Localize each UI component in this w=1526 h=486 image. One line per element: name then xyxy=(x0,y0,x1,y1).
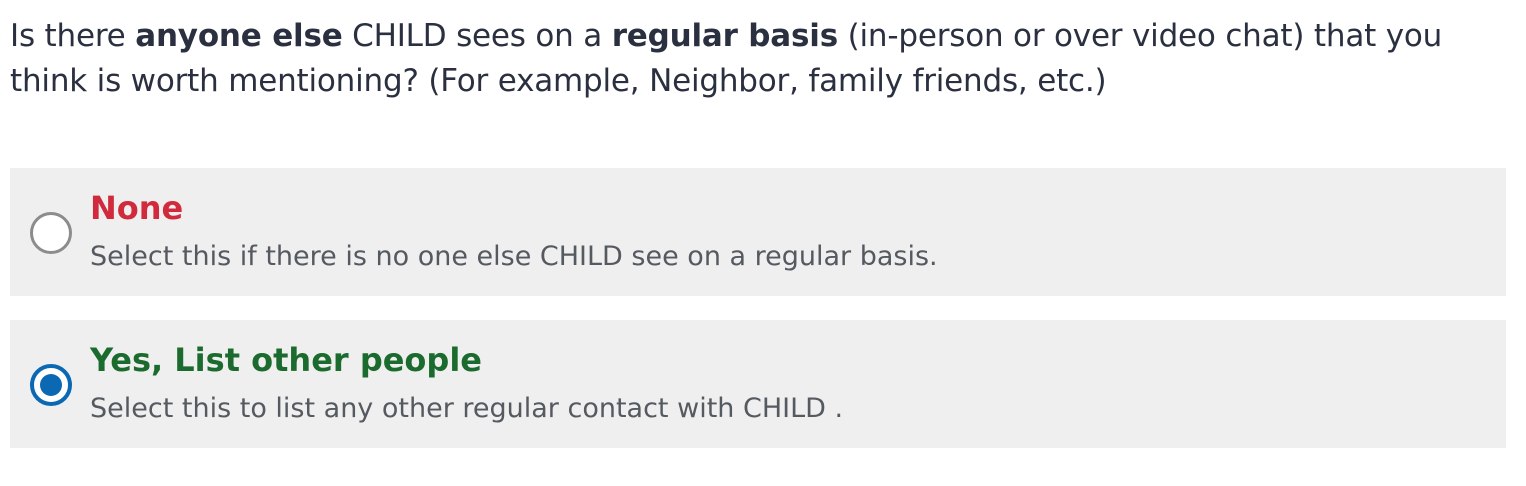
question-part-2: CHILD sees on a xyxy=(342,18,612,54)
radio-selected-dot xyxy=(40,374,62,396)
option-none-title: None xyxy=(90,189,184,227)
option-none[interactable]: None Select this if there is no one else… xyxy=(10,168,1506,296)
option-yes-description: Select this to list any other regular co… xyxy=(90,393,844,424)
option-yes-list-other-people[interactable]: Yes, List other people Select this to li… xyxy=(10,320,1506,448)
radio-button-yes[interactable] xyxy=(30,364,72,406)
question-part-1: Is there xyxy=(10,18,136,54)
question-emphasis-anyone-else: anyone else xyxy=(135,18,343,54)
radio-button-none[interactable] xyxy=(30,212,72,254)
option-none-description: Select this if there is no one else CHIL… xyxy=(90,241,938,272)
question-emphasis-regular-basis: regular basis xyxy=(611,18,838,54)
question-text: Is there anyone else CHILD sees on a reg… xyxy=(10,14,1516,104)
option-yes-title: Yes, List other people xyxy=(90,341,482,379)
